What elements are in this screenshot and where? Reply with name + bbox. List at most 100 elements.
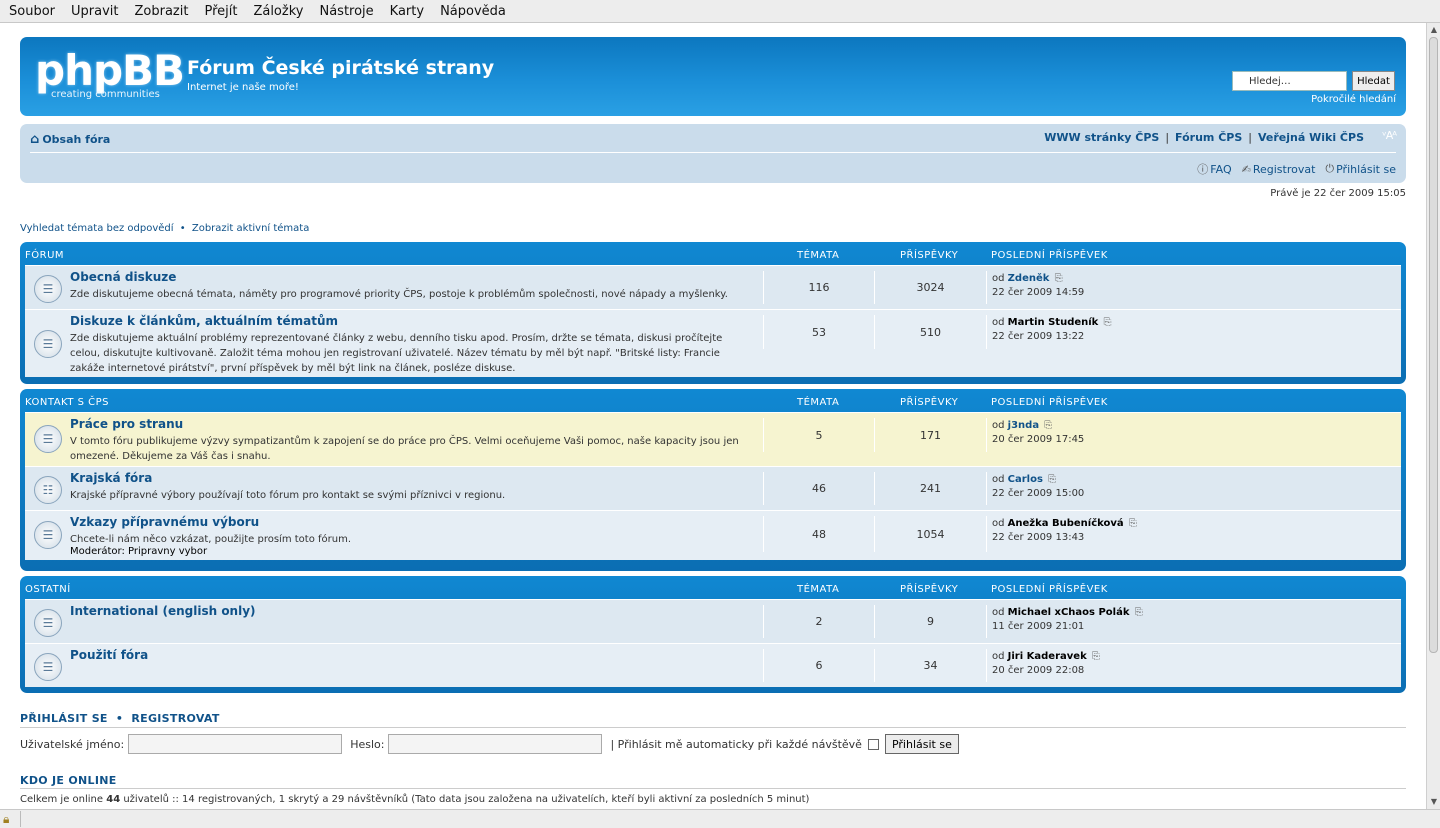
register-title-link[interactable]: REGISTROVAT xyxy=(131,712,219,725)
online-count: 44 xyxy=(106,794,121,805)
col-posts-header: PŘÍSPĚVKY xyxy=(900,584,959,595)
font-size-icon[interactable]: ᵛAᴬ xyxy=(1382,129,1397,142)
category-title[interactable]: FÓRUM xyxy=(25,250,64,261)
menu-napoveda[interactable]: Nápověda xyxy=(440,4,506,19)
login-section-title: PŘIHLÁSIT SE • REGISTROVAT xyxy=(20,712,220,725)
search-input[interactable] xyxy=(1232,71,1347,91)
register-label: Registrovat xyxy=(1252,162,1316,176)
advanced-search-link[interactable]: Pokročilé hledání xyxy=(1311,94,1396,105)
forum-title[interactable]: Použití fóra xyxy=(70,648,148,662)
last-post-author[interactable]: j3nda xyxy=(1008,420,1039,431)
col-topics-header: TÉMATA xyxy=(797,584,840,595)
scroll-down-icon[interactable]: ▼ xyxy=(1429,797,1439,807)
forum-last-post: od Zdeněk ⎘ 22 čer 2009 14:59 xyxy=(986,271,1084,304)
forum-title[interactable]: Obecná diskuze xyxy=(70,270,176,284)
online-section-title: KDO JE ONLINE xyxy=(20,774,117,787)
menu-nastroje[interactable]: Nástroje xyxy=(319,4,373,19)
menu-bar: Soubor Upravit Zobrazit Přejít Záložky N… xyxy=(0,0,1440,23)
online-stats: Celkem je online 44 uživatelů :: 14 regi… xyxy=(20,794,810,805)
login-button[interactable]: Přihlásit se xyxy=(884,734,959,754)
forum-read-icon: ☰ xyxy=(34,653,62,681)
col-posts-header: PŘÍSPĚVKY xyxy=(900,250,959,261)
scroll-up-icon[interactable]: ▲ xyxy=(1429,25,1439,35)
navbar: ⌂ Obsah fóra WWW stránky ČPS | Fórum ČPS | V… xyxy=(20,124,1406,183)
menu-zalozky[interactable]: Záložky xyxy=(253,4,303,19)
autologin-checkbox[interactable] xyxy=(867,738,879,750)
category-title[interactable]: OSTATNÍ xyxy=(25,584,71,595)
forum-title[interactable]: Diskuze k článkům, aktuálním tématům xyxy=(70,314,338,328)
breadcrumb-home[interactable]: ⌂ Obsah fóra xyxy=(30,132,110,147)
faq-link[interactable]: ⓘ FAQ xyxy=(1197,161,1231,177)
forum-last-post: od j3nda ⎘ 20 čer 2009 17:45 xyxy=(986,418,1084,452)
search-button[interactable]: Hledat xyxy=(1352,71,1395,91)
active-topics-link[interactable]: Zobrazit aktivní témata xyxy=(192,223,310,234)
last-post-author[interactable]: Jiri Kaderavek xyxy=(1008,651,1087,662)
site-title: Fórum České pirátské strany xyxy=(187,57,495,79)
register-link[interactable]: ✍ Registrovat xyxy=(1242,161,1316,177)
forum-title[interactable]: International (english only) xyxy=(70,604,256,618)
login-form: Uživatelské jméno: Heslo: | Přihlásit mě… xyxy=(20,734,959,754)
password-label: Heslo: xyxy=(350,737,385,751)
username-label: Uživatelské jméno: xyxy=(20,737,125,751)
link-wiki[interactable]: Veřejná Wiki ČPS xyxy=(1258,131,1364,144)
scroll-thumb[interactable] xyxy=(1429,37,1438,653)
goto-post-icon[interactable]: ⎘ xyxy=(1048,474,1056,485)
category-title[interactable]: KONTAKT S ČPS xyxy=(25,397,109,408)
forum-read-icon: ☰ xyxy=(34,425,62,453)
user-links: ⓘ FAQ ✍ Registrovat ⏻ Přihlásit se xyxy=(1197,161,1396,177)
forum-topics-count: 48 xyxy=(763,516,874,552)
goto-post-icon[interactable]: ⎘ xyxy=(1092,651,1100,662)
last-post-author[interactable]: Zdeněk xyxy=(1008,273,1050,284)
goto-post-icon[interactable]: ⎘ xyxy=(1104,317,1112,328)
password-input[interactable] xyxy=(388,734,603,754)
external-links: WWW stránky ČPS | Fórum ČPS | Veřejná Wiki Č… xyxy=(1044,131,1364,144)
forum-moderator[interactable]: Moderátor: Pripravny vybor xyxy=(70,546,207,557)
goto-post-icon[interactable]: ⎘ xyxy=(1044,420,1052,431)
forum-row: ☰ Práce pro stranu V tomto fóru publikuj… xyxy=(25,412,1401,466)
forum-read-icon: ☰ xyxy=(34,330,62,358)
forum-description: Chcete-li nám něco vzkázat, použijte pro… xyxy=(70,534,352,545)
divider xyxy=(20,727,1406,728)
col-last-header: POSLEDNÍ PŘÍSPĚVEK xyxy=(991,584,1108,595)
forum-title[interactable]: Vzkazy přípravnému výboru xyxy=(70,515,259,529)
last-post-author[interactable]: Anežka Bubeníčková xyxy=(1008,518,1124,529)
last-post-author[interactable]: Carlos xyxy=(1008,474,1043,485)
page-viewport: phpBB creating communities Fórum České p… xyxy=(0,23,1426,809)
link-forum[interactable]: Fórum ČPS xyxy=(1175,131,1242,144)
unanswered-link[interactable]: Vyhledat témata bez odpovědí xyxy=(20,223,174,234)
goto-post-icon[interactable]: ⎘ xyxy=(1135,607,1143,618)
last-post-time: 22 čer 2009 15:00 xyxy=(992,488,1085,499)
forum-last-post: od Martin Studeník ⎘ 22 čer 2009 13:22 xyxy=(986,315,1112,349)
forum-read-icon: ☰ xyxy=(34,521,62,549)
forum-row: ☰ International (english only) 2 9 od Mi… xyxy=(25,599,1401,643)
forum-topics-count: 53 xyxy=(763,315,874,349)
col-posts-header: PŘÍSPĚVKY xyxy=(900,397,959,408)
forum-title[interactable]: Krajská fóra xyxy=(70,471,152,485)
last-post-time: 11 čer 2009 21:01 xyxy=(992,621,1085,632)
login-link[interactable]: ⏻ Přihlásit se xyxy=(1325,161,1396,177)
menu-karty[interactable]: Karty xyxy=(390,4,424,19)
goto-post-icon[interactable]: ⎘ xyxy=(1055,273,1063,284)
last-post-author[interactable]: Martin Studeník xyxy=(1008,317,1099,328)
menu-upravit[interactable]: Upravit xyxy=(71,4,118,19)
category-header: FÓRUM TÉMATA PŘÍSPĚVKY POSLEDNÍ PŘÍSPĚVE… xyxy=(25,242,1401,265)
last-post-author[interactable]: Michael xChaos Polák xyxy=(1008,607,1130,618)
vertical-scrollbar[interactable]: ▲ ▼ xyxy=(1426,23,1440,809)
menu-soubor[interactable]: Soubor xyxy=(9,4,55,19)
last-post-time: 22 čer 2009 13:43 xyxy=(992,532,1085,543)
link-www[interactable]: WWW stránky ČPS xyxy=(1044,131,1159,144)
faq-label: FAQ xyxy=(1210,162,1232,176)
menu-prejit[interactable]: Přejít xyxy=(204,4,237,19)
forum-row: ☰ Diskuze k článkům, aktuálním tématům Z… xyxy=(25,309,1401,377)
site-header: phpBB creating communities Fórum České p… xyxy=(20,37,1406,116)
category-ostatni: OSTATNÍ TÉMATA PŘÍSPĚVKY POSLEDNÍ PŘÍSPĚ… xyxy=(20,576,1406,693)
forum-title[interactable]: Práce pro stranu xyxy=(70,417,183,431)
username-input[interactable] xyxy=(128,734,343,754)
lock-icon[interactable]: 🔒︎ xyxy=(3,812,17,826)
goto-post-icon[interactable]: ⎘ xyxy=(1129,518,1137,529)
divider xyxy=(20,788,1406,789)
power-icon: ⏻ xyxy=(1325,162,1335,175)
menu-zobrazit[interactable]: Zobrazit xyxy=(134,4,188,19)
login-title-link[interactable]: PŘIHLÁSIT SE xyxy=(20,712,108,725)
phpbb-logo[interactable]: phpBB creating communities xyxy=(35,49,185,107)
